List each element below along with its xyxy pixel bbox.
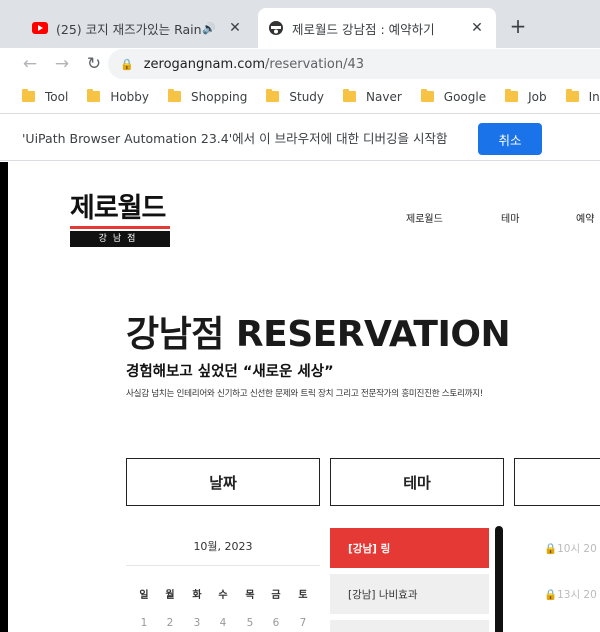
page-subtitle: 경험해보고 싶었던 “새로운 세상” (126, 364, 334, 380)
page-description: 사실감 넘치는 인테리어와 신기하고 신선한 문제와 트릭 장치 그리고 전문작… (126, 389, 483, 399)
folder-icon (565, 89, 579, 102)
folder-icon (505, 89, 519, 102)
bookmarks-bar: Tool Hobby Shopping Study Naver Google J… (0, 80, 600, 114)
forward-icon[interactable]: → (46, 54, 78, 74)
folder-icon (343, 89, 357, 102)
time-slot-label: 10시 20 (557, 543, 597, 555)
bookmark-label: Google (443, 89, 487, 104)
weekday-label: 수 (218, 590, 228, 601)
time-slot[interactable]: 🔒13시 20 (544, 587, 597, 602)
lock-icon: 🔒 (544, 589, 558, 601)
cancel-button[interactable]: 취소 (478, 123, 542, 155)
bookmark-label: Naver (366, 89, 402, 104)
weekday-label: 화 (192, 590, 202, 601)
lock-icon[interactable]: 🔒 (120, 58, 134, 71)
folder-icon (87, 89, 101, 102)
debug-infobar: 'UiPath Browser Automation 23.4'에서 이 브라우… (0, 114, 600, 161)
bookmark-investm[interactable]: Investm (565, 89, 600, 104)
bookmark-label: Job (528, 89, 547, 104)
calendar-day[interactable]: 4 (215, 617, 231, 629)
zeroworld-logo[interactable]: 제로월드 강남점 (70, 192, 170, 247)
bookmark-tool[interactable]: Tool (22, 89, 69, 104)
theme-option-butterfly-effect[interactable]: [강남] 나비효과 (330, 574, 489, 614)
left-edge-bar (0, 162, 8, 632)
theme-option-ring[interactable]: [강남] 링 (330, 528, 489, 568)
nav-reservation[interactable]: 예약 (576, 210, 594, 225)
nav-zeroworld[interactable]: 제로월드 (406, 210, 443, 225)
tab-title: 제로월드 강남점 : 예약하기 (292, 21, 435, 37)
calendar-day[interactable]: 7 (295, 617, 311, 629)
weekday-label: 일 (139, 590, 149, 601)
calendar-day[interactable]: 5 (242, 617, 258, 629)
weekday-label: 토 (298, 590, 308, 601)
url-path: /reservation/43 (265, 56, 365, 72)
calendar-day[interactable]: 3 (189, 617, 205, 629)
folder-icon (22, 89, 35, 102)
bookmark-label: Tool (45, 89, 69, 104)
nav-theme[interactable]: 테마 (501, 210, 519, 225)
logo-underline (70, 226, 170, 229)
folder-icon (420, 89, 434, 102)
new-tab-icon[interactable]: + (506, 14, 530, 38)
bookmark-label: Shopping (191, 89, 248, 104)
bookmark-study[interactable]: Study (266, 89, 325, 104)
bookmark-job[interactable]: Job (505, 89, 547, 104)
youtube-icon (32, 22, 48, 34)
calendar-day[interactable]: 1 (136, 617, 152, 629)
calendar-month: 10월, 2023 (193, 540, 253, 553)
zeroworld-favicon (269, 21, 283, 35)
weekday-label: 금 (271, 590, 281, 601)
logo-subtitle: 강남점 (70, 231, 170, 247)
logo-text: 제로월드 (70, 193, 166, 224)
page-content: 제로월드 강남점 제로월드 테마 예약 강남점 RESERVATION 경험해보… (0, 162, 600, 632)
address-bar-row: ← → ↻ 🔒 zerogangnam.com/reservation/43 (0, 48, 600, 80)
tab-youtube[interactable]: (25) 코지 재즈가있는 Rainy 🔊 ✕ (22, 8, 254, 48)
page-title: 강남점 RESERVATION (126, 314, 511, 355)
calendar-day[interactable]: 6 (268, 617, 284, 629)
browser-chrome: (25) 코지 재즈가있는 Rainy 🔊 ✕ 제로월드 강남점 : 예약하기 … (0, 0, 600, 161)
tab-zeroworld[interactable]: 제로월드 강남점 : 예약하기 ✕ (258, 8, 496, 48)
bookmark-shopping[interactable]: Shopping (168, 89, 248, 104)
bookmark-label: Hobby (110, 89, 150, 104)
folder-icon (266, 89, 280, 102)
url-host: zerogangnam.com (143, 56, 266, 72)
time-slot[interactable]: 🔒10시 20 (544, 541, 597, 556)
time-slot-label: 13시 20 (557, 589, 597, 601)
bookmark-google[interactable]: Google (420, 89, 487, 104)
step-time[interactable] (514, 458, 600, 506)
theme-option[interactable] (330, 620, 489, 632)
speaker-icon[interactable]: 🔊 (202, 22, 216, 35)
lock-icon: 🔒 (544, 543, 558, 555)
infobar-message: 'UiPath Browser Automation 23.4'에서 이 브라우… (22, 130, 448, 146)
bookmark-naver[interactable]: Naver (343, 89, 402, 104)
tab-strip: (25) 코지 재즈가있는 Rainy 🔊 ✕ 제로월드 강남점 : 예약하기 … (0, 0, 600, 48)
calendar-day[interactable]: 2 (162, 617, 178, 629)
reload-icon[interactable]: ↻ (78, 54, 110, 74)
close-tab-icon[interactable]: ✕ (468, 20, 486, 36)
folder-icon (168, 89, 182, 102)
bookmark-label: Investm (588, 89, 600, 104)
weekday-label: 목 (245, 590, 255, 601)
bookmark-label: Study (289, 89, 325, 104)
weekday-label: 월 (165, 590, 175, 601)
back-icon[interactable]: ← (14, 54, 46, 74)
step-date[interactable]: 날짜 (126, 458, 320, 506)
theme-list-scrollbar[interactable] (495, 526, 503, 632)
calendar-divider (126, 565, 320, 566)
address-bar[interactable]: 🔒 zerogangnam.com/reservation/43 (108, 49, 600, 79)
bookmark-hobby[interactable]: Hobby (87, 89, 150, 104)
close-tab-icon[interactable]: ✕ (226, 20, 244, 36)
tab-title: (25) 코지 재즈가있는 Rainy (56, 21, 203, 37)
step-theme[interactable]: 테마 (330, 458, 504, 506)
